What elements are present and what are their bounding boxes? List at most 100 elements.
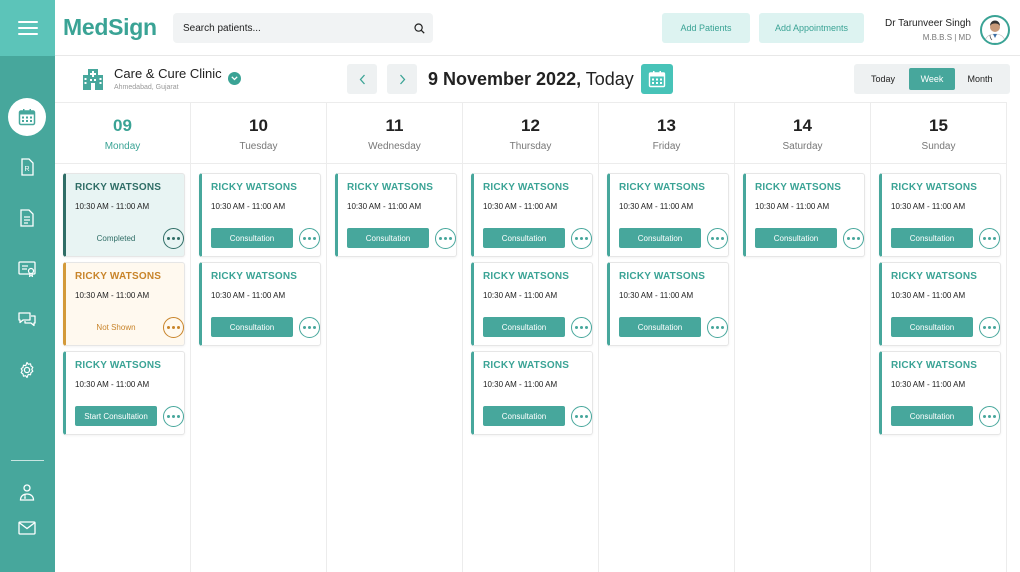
day-name: Friday	[652, 141, 681, 152]
prev-week-button[interactable]	[347, 64, 377, 94]
more-dots-icon	[167, 415, 180, 418]
consultation-button[interactable]: Consultation	[891, 317, 973, 337]
calendar-icon	[18, 109, 36, 126]
more-options-button[interactable]	[163, 406, 184, 427]
doctor-icon	[19, 484, 35, 501]
day-number: 13	[657, 116, 676, 135]
day-header[interactable]: 09 Monday	[55, 102, 190, 164]
appointment-card[interactable]: RICKY WATSONS 10:30 AM - 11:00 AM Complete…	[63, 173, 185, 257]
more-options-button[interactable]	[299, 228, 320, 249]
day-header[interactable]: 15 Sunday	[871, 102, 1006, 164]
document-icon	[20, 209, 34, 227]
search-input[interactable]	[173, 13, 403, 43]
day-number: 10	[249, 116, 268, 135]
consultation-button[interactable]: Consultation	[483, 406, 565, 426]
appointment-card[interactable]: RICKY WATSONS 10:30 AM - 11:00 AM Consulta…	[607, 173, 729, 257]
day-number: 15	[929, 116, 948, 135]
hamburger-icon	[17, 21, 38, 35]
appointment-card[interactable]: RICKY WATSONS 10:30 AM - 11:00 AM Consulta…	[607, 262, 729, 346]
more-options-button[interactable]	[571, 406, 592, 427]
consultation-button[interactable]: Consultation	[483, 317, 565, 337]
next-week-button[interactable]	[387, 64, 417, 94]
consultation-button[interactable]: Consultation	[891, 228, 973, 248]
day-column: 09 Monday RICKY WATSONS 10:30 AM - 11:00 AM…	[55, 102, 191, 572]
avatar[interactable]	[980, 15, 1010, 45]
consultation-button[interactable]: Consultation	[755, 228, 837, 248]
appointment-card[interactable]: RICKY WATSONS 10:30 AM - 11:00 AM Consulta…	[199, 262, 321, 346]
consultation-button[interactable]: Consultation	[211, 228, 293, 248]
more-dots-icon	[439, 237, 452, 240]
search-icon[interactable]	[414, 21, 425, 39]
consultation-button[interactable]: Consultation	[619, 317, 701, 337]
chevron-left-icon	[359, 74, 365, 84]
day-column: 14 Saturday RICKY WATSONS 10:30 AM - 11:00 …	[735, 102, 871, 572]
day-header[interactable]: 11 Wednesday	[327, 102, 462, 164]
sidebar-item-doctor[interactable]	[8, 473, 46, 511]
clinic-dropdown[interactable]	[228, 72, 241, 85]
sidebar-item-calendar[interactable]	[8, 98, 46, 136]
start-consultation-button[interactable]: Start Consultation	[75, 406, 157, 426]
more-options-button[interactable]	[163, 228, 184, 249]
more-options-button[interactable]	[571, 317, 592, 338]
chat-icon	[18, 312, 36, 327]
menu-button[interactable]	[0, 0, 55, 56]
more-options-button[interactable]	[435, 228, 456, 249]
consultation-button[interactable]: Consultation	[347, 228, 429, 248]
appointment-card[interactable]: RICKY WATSONS 10:30 AM - 11:00 AM Start Co…	[63, 351, 185, 435]
consultation-button[interactable]: Consultation	[483, 228, 565, 248]
sidebar-item-billing[interactable]	[8, 250, 46, 288]
more-options-button[interactable]	[979, 406, 1000, 427]
more-dots-icon	[303, 326, 316, 329]
app: R MedSign Add Patients Add	[0, 0, 1020, 572]
appointment-time: 10:30 AM - 11:00 AM	[483, 380, 558, 389]
day-header[interactable]: 14 Saturday	[735, 102, 870, 164]
sidebar-item-prescription[interactable]: R	[8, 148, 46, 186]
more-options-button[interactable]	[979, 228, 1000, 249]
clinic-location: Ahmedabad, Gujarat	[114, 84, 179, 91]
appointment-time: 10:30 AM - 11:00 AM	[619, 202, 694, 211]
view-week-button[interactable]: Week	[909, 68, 955, 90]
more-dots-icon	[711, 326, 724, 329]
sidebar-item-mail[interactable]	[8, 509, 46, 547]
more-dots-icon	[303, 237, 316, 240]
add-patients-button[interactable]: Add Patients	[662, 13, 750, 43]
appointment-card[interactable]: RICKY WATSONS 10:30 AM - 11:00 AM Consulta…	[471, 351, 593, 435]
day-header[interactable]: 12 Thursday	[463, 102, 598, 164]
more-options-button[interactable]	[707, 317, 728, 338]
appointment-time: 10:30 AM - 11:00 AM	[891, 291, 966, 300]
more-options-button[interactable]	[163, 317, 184, 338]
patient-name: RICKY WATSONS	[619, 271, 706, 282]
appointment-card[interactable]: RICKY WATSONS 10:30 AM - 11:00 AM Not Show…	[63, 262, 185, 346]
appointment-card[interactable]: RICKY WATSONS 10:30 AM - 11:00 AM Consulta…	[199, 173, 321, 257]
sidebar-item-chat[interactable]	[8, 300, 46, 338]
patient-name: RICKY WATSONS	[75, 360, 162, 371]
appointment-card[interactable]: RICKY WATSONS 10:30 AM - 11:00 AM Consulta…	[335, 173, 457, 257]
consultation-button[interactable]: Consultation	[891, 406, 973, 426]
appointment-card[interactable]: RICKY WATSONS 10:30 AM - 11:00 AM Consulta…	[471, 173, 593, 257]
appointment-card[interactable]: RICKY WATSONS 10:30 AM - 11:00 AM Consulta…	[743, 173, 865, 257]
view-month-button[interactable]: Month	[958, 68, 1002, 90]
sidebar-item-documents[interactable]	[8, 199, 46, 237]
date-picker-button[interactable]	[641, 64, 673, 94]
day-header[interactable]: 13 Friday	[599, 102, 734, 164]
consultation-button[interactable]: Consultation	[619, 228, 701, 248]
more-options-button[interactable]	[299, 317, 320, 338]
consultation-button[interactable]: Consultation	[211, 317, 293, 337]
add-appointments-button[interactable]: Add Appointments	[759, 13, 864, 43]
appointment-card[interactable]: RICKY WATSONS 10:30 AM - 11:00 AM Consulta…	[879, 173, 1001, 257]
day-column: 11 Wednesday RICKY WATSONS 10:30 AM - 11:00…	[327, 102, 463, 572]
appointment-card[interactable]: RICKY WATSONS 10:30 AM - 11:00 AM Consulta…	[879, 262, 1001, 346]
user-degree: M.B.B.S | MD	[922, 33, 971, 42]
top-header: MedSign Add Patients Add Appointments Dr…	[55, 0, 1020, 56]
more-options-button[interactable]	[571, 228, 592, 249]
more-options-button[interactable]	[979, 317, 1000, 338]
sidebar-item-settings[interactable]	[8, 351, 46, 389]
appointment-time: 10:30 AM - 11:00 AM	[75, 202, 150, 211]
appointment-card[interactable]: RICKY WATSONS 10:30 AM - 11:00 AM Consulta…	[879, 351, 1001, 435]
more-options-button[interactable]	[707, 228, 728, 249]
appointment-time: 10:30 AM - 11:00 AM	[75, 291, 150, 300]
day-header[interactable]: 10 Tuesday	[191, 102, 326, 164]
more-options-button[interactable]	[843, 228, 864, 249]
appointment-card[interactable]: RICKY WATSONS 10:30 AM - 11:00 AM Consulta…	[471, 262, 593, 346]
view-today-button[interactable]: Today	[862, 68, 904, 90]
